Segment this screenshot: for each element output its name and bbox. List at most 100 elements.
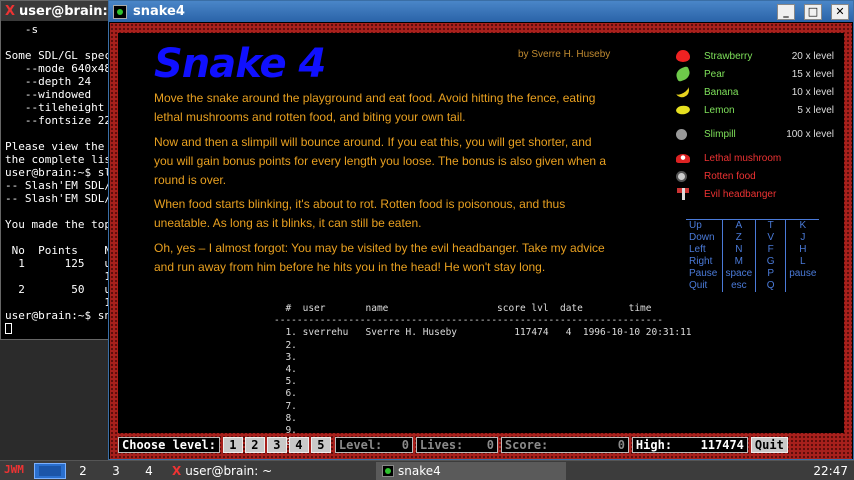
high-score-display: High: 117474: [631, 437, 748, 453]
legend-name: Pear: [704, 68, 726, 80]
window-titlebar[interactable]: snake4 _ □ ✕: [109, 1, 853, 22]
terminal-line: --fontsize 22: [5, 114, 109, 127]
control-action: Pause: [689, 268, 718, 279]
snake4-window[interactable]: snake4 _ □ ✕ Snake 4 by Sverre H. Huseby…: [108, 0, 854, 460]
legend-row-rotten-food: Rotten food: [676, 167, 836, 185]
control-key: M: [721, 256, 756, 268]
legend: Strawberry 20 x level Pear 15 x level Ba…: [674, 47, 836, 203]
strawberry-icon: [676, 50, 690, 62]
legend-name: Evil headbanger: [704, 188, 777, 200]
control-key: P: [755, 268, 786, 280]
control-key: [785, 280, 820, 292]
terminal-titlebar[interactable]: X user@brain: ~: [1, 1, 109, 21]
terminal-line: the complete list: [5, 153, 109, 166]
rotten-food-icon: [676, 170, 687, 182]
legend-value: 10 x level: [791, 86, 834, 98]
workspace-4[interactable]: 4: [133, 463, 165, 479]
score-value: 0: [617, 438, 625, 452]
level-5-button[interactable]: 5: [310, 437, 331, 453]
hiscore-row: 8.: [274, 412, 297, 424]
lemon-icon: [674, 104, 692, 116]
level-3-button[interactable]: 3: [266, 437, 287, 453]
snake4-icon: [113, 4, 127, 19]
hiscore-separator: ----------------------------------------…: [274, 315, 663, 327]
hiscore-row: 7.: [274, 400, 297, 412]
hiscore-row: 5.: [274, 376, 297, 388]
status-bar: Choose level: 1 2 3 4 5 Level: 0 Lives: 0 …: [118, 437, 788, 453]
game-title: Snake 4: [154, 41, 326, 87]
level-value: 0: [401, 438, 409, 452]
playfield: Snake 4 by Sverre H. Huseby Move the sna…: [118, 33, 844, 448]
terminal-line: --depth 24: [5, 75, 92, 88]
terminal-output[interactable]: -s Some SDL/GL speci --mode 640x48 --dept…: [1, 21, 109, 339]
terminal-line: 1 125 u: [5, 257, 109, 270]
terminal-window[interactable]: X user@brain: ~ -s Some SDL/GL speci --mo…: [0, 0, 110, 340]
control-key: N: [721, 244, 756, 256]
task-terminal[interactable]: X user@brain: ~: [166, 462, 356, 480]
controls-row: Left N F H: [686, 244, 820, 256]
level-4-button[interactable]: 4: [288, 437, 309, 453]
terminal-line: Some SDL/GL speci: [5, 49, 109, 62]
terminal-cursor: [5, 323, 12, 334]
task-snake4[interactable]: snake4: [376, 461, 566, 480]
legend-name: Lethal mushroom: [704, 152, 782, 164]
quit-button[interactable]: Quit: [750, 437, 788, 453]
control-key: H: [785, 244, 820, 256]
clock: 22:47: [813, 463, 848, 478]
terminal-line: user@brain:~$ sna: [5, 309, 109, 322]
level-2-button[interactable]: 2: [244, 437, 265, 453]
legend-name: Strawberry: [704, 50, 753, 62]
close-button[interactable]: ✕: [831, 3, 849, 20]
hiscore-row: 4.: [274, 364, 297, 376]
legend-value: 20 x level: [791, 50, 834, 62]
workspace-1-preview: [39, 465, 61, 476]
instructions-paragraph-3: When food starts blinking, it's about to…: [154, 197, 566, 230]
control-key: space: [721, 268, 756, 280]
lives-value: 0: [486, 438, 494, 452]
instructions-paragraph-4: Oh, yes – I almost forgot: You may be vi…: [154, 241, 605, 274]
hiscore-row: 6.: [274, 388, 297, 400]
terminal-line: -- Slash'EM SDL/G: [5, 179, 109, 192]
control-action: Quit: [689, 280, 708, 291]
headbanger-icon: [676, 188, 690, 200]
terminal-line: --windowed: [5, 88, 92, 101]
jwm-logo-icon[interactable]: JWM: [4, 463, 30, 479]
terminal-line: -s: [5, 23, 39, 36]
slimpill-icon: [676, 128, 687, 140]
control-action: Right: [689, 256, 713, 267]
terminal-title: user@brain: ~: [19, 3, 109, 19]
workspace-3[interactable]: 3: [100, 463, 132, 479]
fence-frame: Snake 4 by Sverre H. Huseby Move the sna…: [110, 23, 852, 459]
workspace-1[interactable]: [34, 462, 66, 479]
pear-icon: [674, 65, 692, 83]
legend-row-lemon: Lemon 5 x level: [674, 101, 836, 119]
hiscore-table: # user name score lvl date time ---------…: [274, 303, 692, 449]
controls-row: Down Z V J: [686, 232, 820, 244]
controls-table: Up A T K Down Z V J Left N F H Right M G L Pause space Ppa…: [686, 219, 820, 292]
control-key: A: [721, 219, 756, 232]
level-1-button[interactable]: 1: [222, 437, 243, 453]
terminal-line: 2 50 u: [5, 283, 109, 296]
terminal-line: user@brain:~$ sla: [5, 166, 109, 179]
control-key: G: [755, 256, 786, 268]
control-action: Down: [689, 232, 715, 243]
controls-row: Pause space Ppause: [686, 268, 820, 280]
control-key: J: [785, 232, 820, 244]
high-label: High:: [635, 438, 673, 452]
legend-value: 5 x level: [797, 104, 834, 116]
maximize-button[interactable]: □: [804, 3, 822, 20]
controls-row: Quit esc Q: [686, 280, 820, 292]
minimize-button[interactable]: _: [777, 3, 795, 20]
workspace-2[interactable]: 2: [67, 463, 99, 479]
x-terminal-icon: X: [5, 3, 16, 19]
banana-icon: [674, 84, 692, 100]
mushroom-icon: [676, 153, 690, 163]
terminal-line: No Points N: [5, 244, 109, 257]
control-key: Z: [721, 232, 756, 244]
high-value: 117474: [700, 438, 744, 452]
control-key: K: [785, 219, 820, 232]
hiscore-row: 3.: [274, 351, 297, 363]
